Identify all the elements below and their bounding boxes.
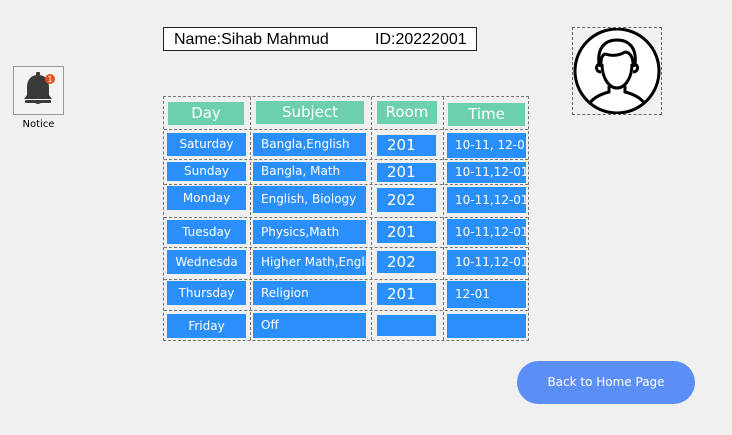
grid-divider — [250, 97, 251, 340]
grid-divider — [164, 310, 528, 311]
notice-label: Notice — [22, 119, 55, 130]
room-cell: 202 — [377, 251, 436, 273]
grid-divider — [164, 159, 528, 160]
room-cell: 202 — [377, 188, 436, 212]
day-cell: Monday — [167, 186, 246, 210]
room-cell: 201 — [377, 135, 436, 156]
student-info-box: Name:Sihab Mahmud ID:20222001 — [163, 27, 477, 51]
room-cell: 201 — [377, 221, 436, 243]
day-cell: Wednesda — [167, 250, 246, 274]
time-cell: 10-11,12-01 — [447, 219, 526, 245]
time-cell: 10-11,12-01 — [447, 250, 526, 275]
svg-text:1: 1 — [47, 75, 52, 84]
header-day: Day — [168, 102, 244, 125]
notice-button[interactable]: 1 — [13, 66, 64, 115]
subject-cell: Bangla,English — [253, 133, 366, 156]
time-cell — [447, 314, 526, 338]
grid-divider — [443, 97, 444, 340]
time-cell: 12-01 — [447, 281, 526, 308]
subject-cell: Off — [253, 313, 366, 338]
grid-divider — [164, 247, 528, 248]
grid-divider — [371, 97, 372, 340]
subject-cell: Higher Math,Englis — [253, 250, 366, 275]
room-cell: 201 — [377, 283, 436, 305]
time-cell: 10-11,12-01 — [447, 162, 526, 183]
room-cell: 201 — [377, 163, 436, 182]
header-room: Room — [377, 101, 437, 124]
grid-divider — [164, 279, 528, 280]
bell-icon: 1 — [24, 72, 55, 104]
grid-divider — [164, 129, 528, 130]
grid-divider — [164, 217, 528, 218]
time-cell: 10-11, 12-01 — [447, 133, 526, 158]
subject-cell: English, Biology — [253, 186, 366, 213]
user-avatar-icon — [573, 27, 661, 115]
subject-cell: Bangla, Math — [253, 162, 366, 181]
header-time: Time — [448, 103, 525, 126]
day-cell: Saturday — [167, 133, 246, 156]
profile-avatar[interactable] — [572, 27, 662, 115]
subject-cell: Physics,Math — [253, 220, 366, 244]
student-id: ID:20222001 — [375, 31, 467, 48]
back-to-home-button[interactable]: Back to Home Page — [517, 361, 695, 404]
day-cell: Tuesday — [167, 220, 246, 244]
time-cell: 10-11,12-01 — [447, 187, 526, 213]
room-cell — [377, 315, 436, 336]
day-cell: Sunday — [167, 162, 246, 181]
day-cell: Thursday — [167, 281, 246, 305]
student-name: Name:Sihab Mahmud — [174, 31, 329, 48]
day-cell: Friday — [167, 314, 246, 338]
subject-cell: Religion — [253, 281, 366, 305]
grid-divider — [164, 184, 528, 185]
header-subject: Subject — [256, 101, 364, 124]
